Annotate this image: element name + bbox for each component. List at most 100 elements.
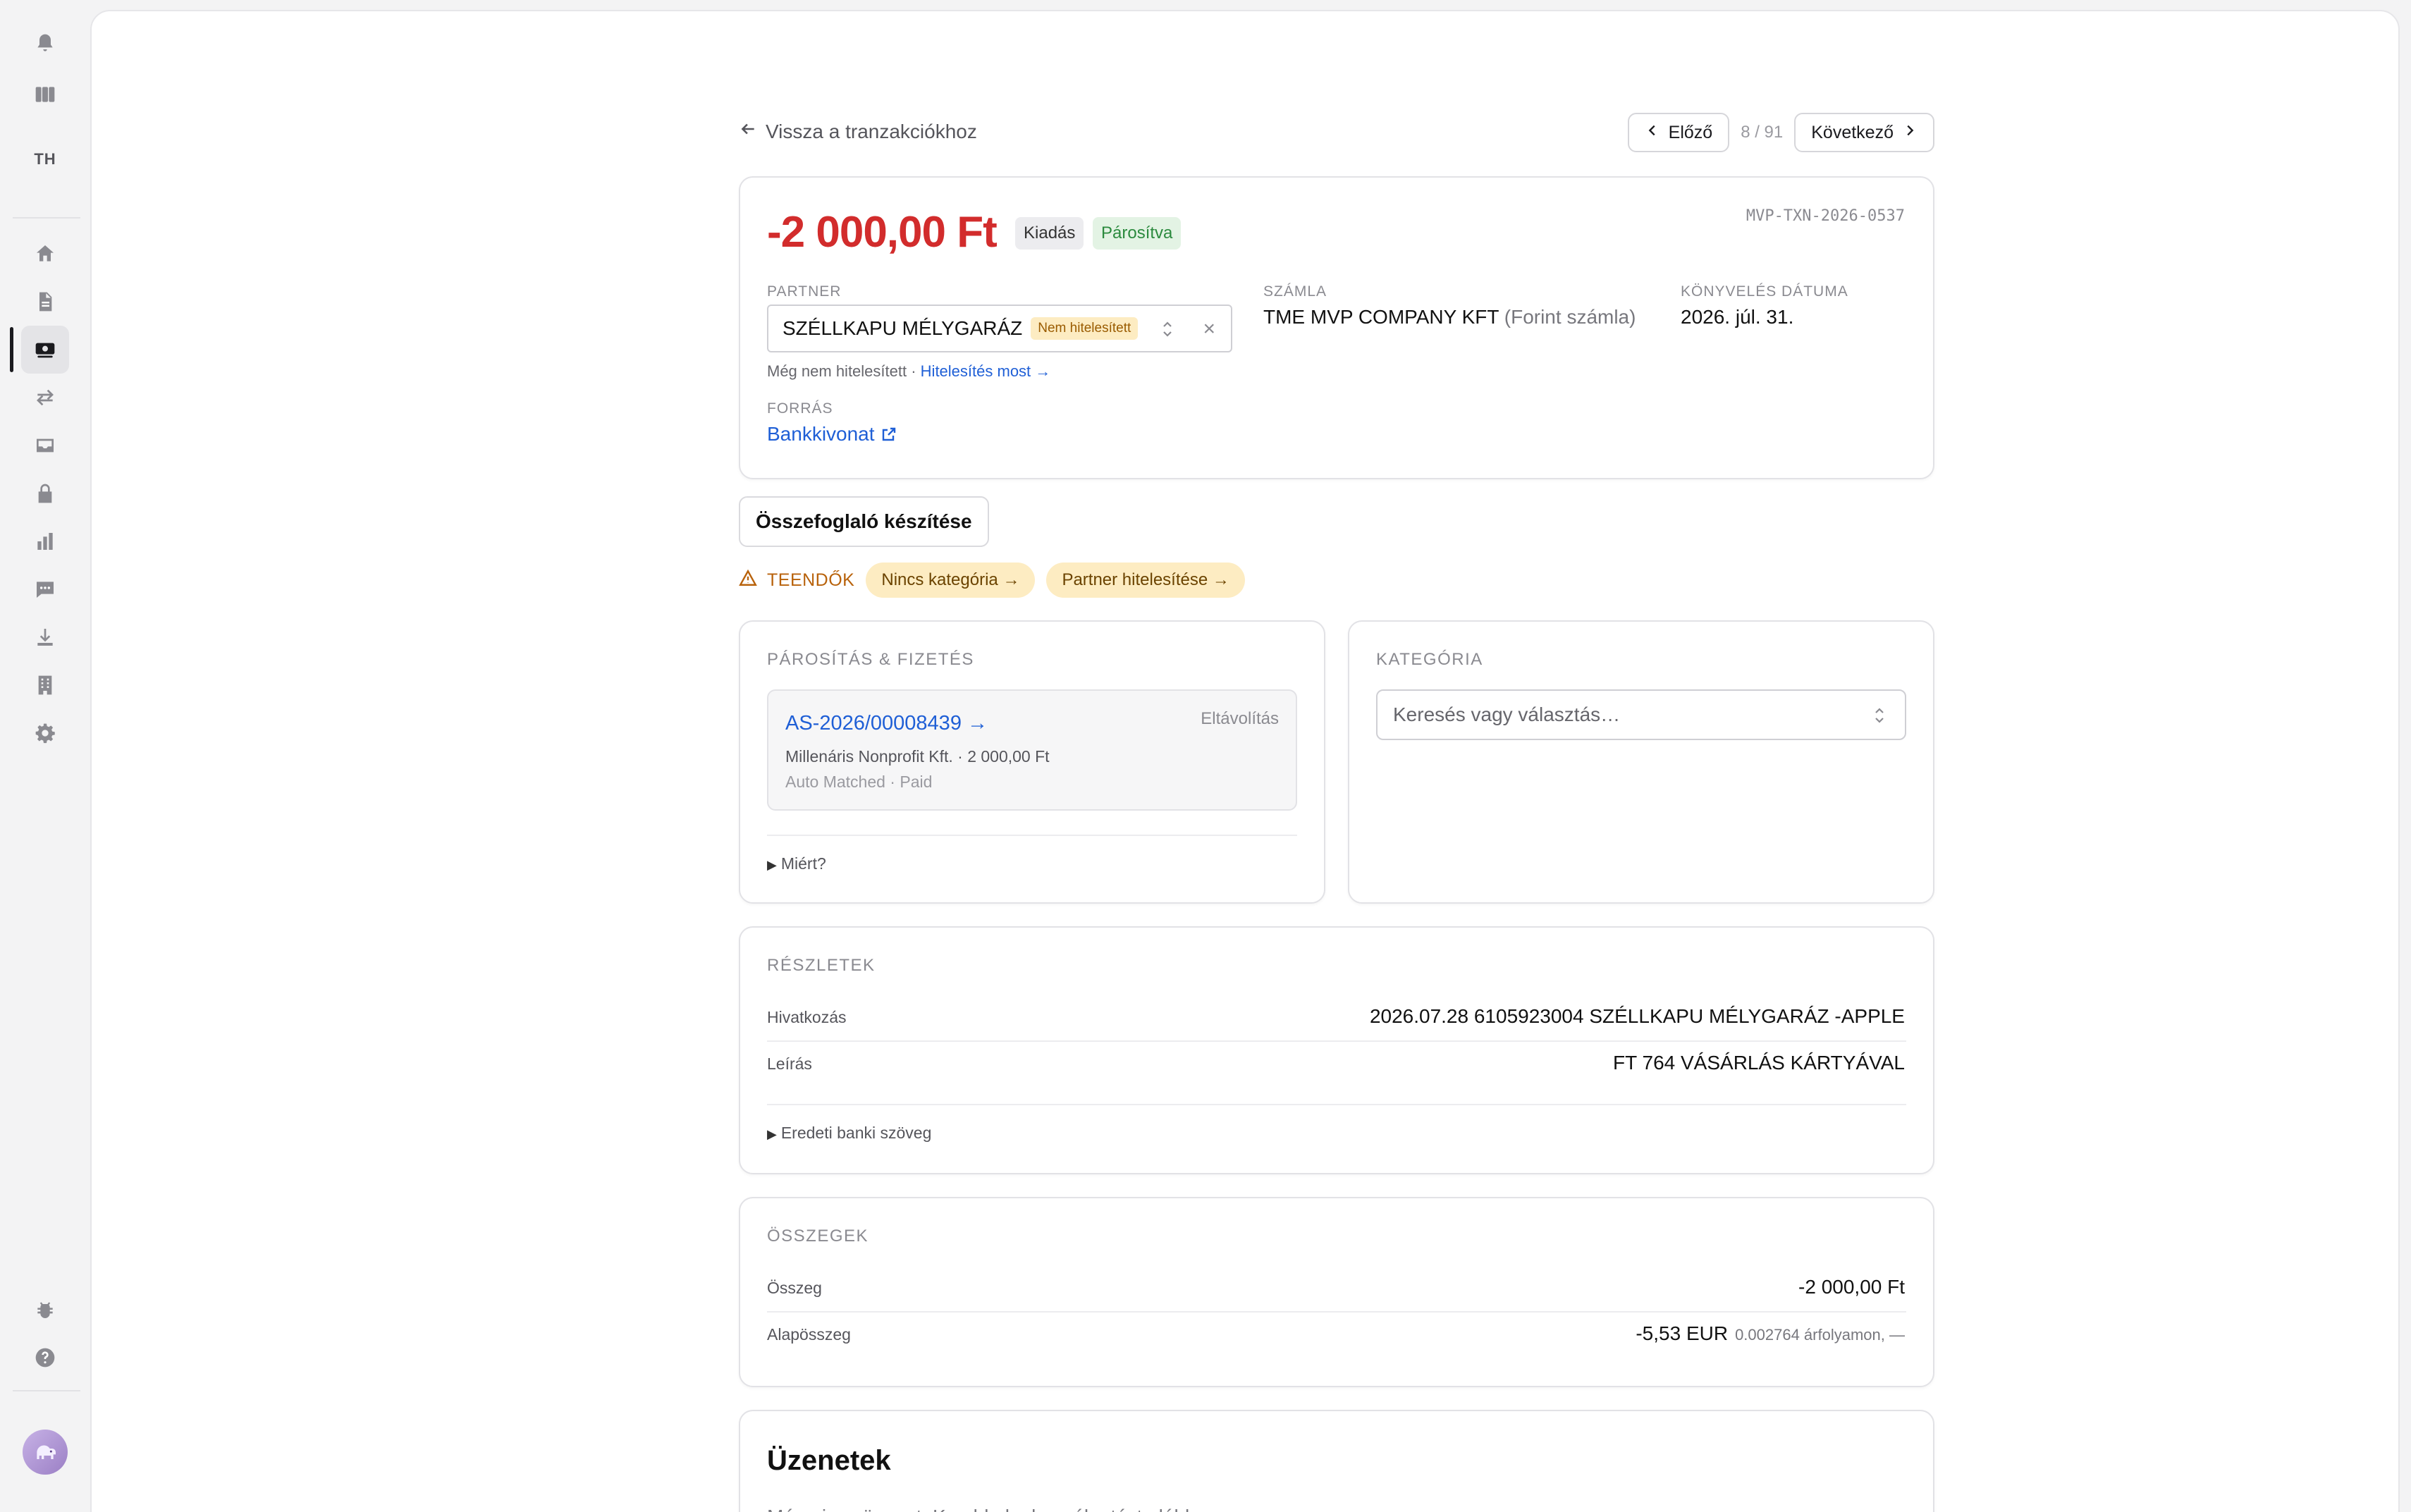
transaction-amount: -2 000,00 Ft [767,208,998,257]
chevron-left-icon [1645,123,1660,143]
pager-position: 8 / 91 [1741,123,1784,142]
account-value: TME MVP COMPANY KFT (Forint számla) [1263,306,1636,328]
base-amount-label: Alapösszeg [767,1325,851,1344]
lock-icon[interactable] [21,469,69,517]
document-icon[interactable] [21,278,69,326]
chevron-right-icon [1902,123,1918,143]
source-link[interactable]: Bankkivonat [767,423,897,448]
amount-value: -2 000,00 Ft [1798,1276,1905,1298]
source-label: FORRÁS [767,400,833,417]
columns-icon[interactable] [21,70,69,118]
remove-button[interactable]: Eltávolítás [1201,709,1279,729]
matched-invoice: AS-2026/00008439 → Eltávolítás Millenári… [767,689,1297,811]
partner-note-text: Még nem hitelesített · [767,362,916,380]
unverified-badge: Nem hitelesített [1031,317,1139,340]
why-label: Miért? [780,854,826,873]
sums-title: ÖSSZEGEK [767,1227,869,1246]
reference-label: Hivatkozás [767,1008,847,1026]
category-select[interactable]: Keresés vagy választás… [1376,689,1906,740]
type-badge: Kiadás [1015,217,1084,250]
invoice-status: Auto Matched · Paid [785,773,933,791]
divider [767,1104,1906,1105]
todo-bar: TEENDŐK Nincs kategória → Partner hitele… [739,563,1245,598]
select-arrows-icon [1871,705,1891,727]
matching-title: PÁROSÍTÁS & FIZETÉS [767,650,974,669]
sidebar-divider [13,217,80,219]
account-label: SZÁMLA [1263,283,1327,300]
pager: Előző 8 / 91 Következő [1627,113,1934,152]
invoice-link[interactable]: AS-2026/00008439 → [785,712,988,735]
verify-now-link[interactable]: Hitelesítés most → [921,362,1051,380]
account-sub: (Forint számla) [1504,306,1636,328]
triangle-right-icon: ▶ [767,858,777,872]
exchange-rate: 0.002764 árfolyamon, — [1735,1326,1905,1344]
home-icon[interactable] [21,230,69,278]
inbox-icon[interactable] [21,422,69,469]
raw-text-label: Eredeti banki szöveg [780,1124,932,1142]
base-amount-value: -5,53 EUR 0.002764 árfolyamon, — [1636,1322,1905,1345]
main-panel: Vissza a tranzakciókhoz Előző 8 / 91 Köv… [90,10,2400,1512]
next-button[interactable]: Következő [1794,113,1934,152]
raw-text-toggle[interactable]: ▶ Eredeti banki szöveg [767,1124,931,1143]
todo-verify-partner[interactable]: Partner hitelesítése → [1046,563,1245,598]
active-indicator [10,327,13,372]
transfer-icon[interactable] [21,374,69,422]
messages-empty: Még nincs üzenet. Kezdd el a beszélgetés… [767,1506,1201,1512]
building-icon[interactable] [21,661,69,709]
category-title: KATEGÓRIA [1376,650,1483,669]
bug-icon[interactable] [21,1286,69,1334]
sidebar-divider [13,1390,80,1391]
sums-card: ÖSSZEGEK Összeg -2 000,00 Ft Alapösszeg … [739,1197,1934,1387]
prev-button[interactable]: Előző [1627,113,1730,152]
booking-date: 2026. júl. 31. [1681,306,1794,328]
partner-select[interactable]: SZÉLLKAPU MÉLYGARÁZ Nem hitelesített × [767,305,1232,352]
divider [767,835,1297,836]
status-badge: Párosítva [1093,217,1182,250]
why-toggle[interactable]: ▶ Miért? [767,854,826,873]
booking-date-label: KÖNYVELÉS DÁTUMA [1681,283,1848,300]
base-amount: -5,53 EUR [1636,1322,1729,1344]
triangle-right-icon: ▶ [767,1127,777,1141]
partner-note: Még nem hitelesített · Hitelesítés most … [767,362,1050,381]
back-link-label: Vissza a tranzakciókhoz [766,120,977,142]
description-label: Leírás [767,1055,812,1073]
next-label: Következő [1811,122,1894,142]
gear-icon[interactable] [21,709,69,757]
account-name: TME MVP COMPANY KFT [1263,306,1499,328]
details-card: RÉSZLETEK Hivatkozás 2026.07.28 61059230… [739,926,1934,1174]
help-icon[interactable] [21,1334,69,1382]
source-link-label: Bankkivonat [767,423,875,445]
divider [767,1311,1906,1313]
detail-topbar: Vissza a tranzakciókhoz Előző 8 / 91 Köv… [739,113,1934,152]
external-link-icon [881,425,897,448]
invoice-details: Millenáris Nonprofit Kft. · 2 000,00 Ft [785,747,1050,766]
todo-no-category[interactable]: Nincs kategória → [866,563,1036,598]
summary-button[interactable]: Összefoglaló készítése [739,496,989,547]
category-placeholder: Keresés vagy választás… [1393,703,1621,725]
matching-card: PÁROSÍTÁS & FIZETÉS AS-2026/00008439 → E… [739,620,1325,904]
download-icon[interactable] [21,613,69,661]
prev-label: Előző [1668,122,1713,142]
sidebar: TH [0,0,90,1512]
partner-name: SZÉLLKAPU MÉLYGARÁZ [783,317,1023,339]
bar-chart-icon[interactable] [21,517,69,565]
workspace-initials[interactable]: TH [21,135,69,183]
amount-label: Összeg [767,1279,822,1297]
partner-label: PARTNER [767,283,842,300]
arrow-left-icon [739,120,757,143]
divider [767,1040,1906,1042]
category-card: KATEGÓRIA Keresés vagy választás… [1348,620,1934,904]
cash-icon[interactable] [21,326,69,374]
bell-icon[interactable] [21,20,69,68]
clear-icon[interactable]: × [1203,317,1215,341]
chat-icon[interactable] [21,565,69,613]
todo-label: TEENDŐK [739,569,854,592]
transaction-id: MVP-TXN-2026-0537 [1746,207,1905,225]
messages-card: Üzenetek Még nincs üzenet. Kezdd el a be… [739,1410,1934,1512]
details-title: RÉSZLETEK [767,956,876,975]
transaction-card: -2 000,00 Ft Kiadás Párosítva MVP-TXN-20… [739,176,1934,479]
todo-label-text: TEENDŐK [767,570,855,590]
warning-icon [739,569,757,592]
back-link[interactable]: Vissza a tranzakciókhoz [739,120,977,143]
avatar[interactable] [23,1430,68,1475]
